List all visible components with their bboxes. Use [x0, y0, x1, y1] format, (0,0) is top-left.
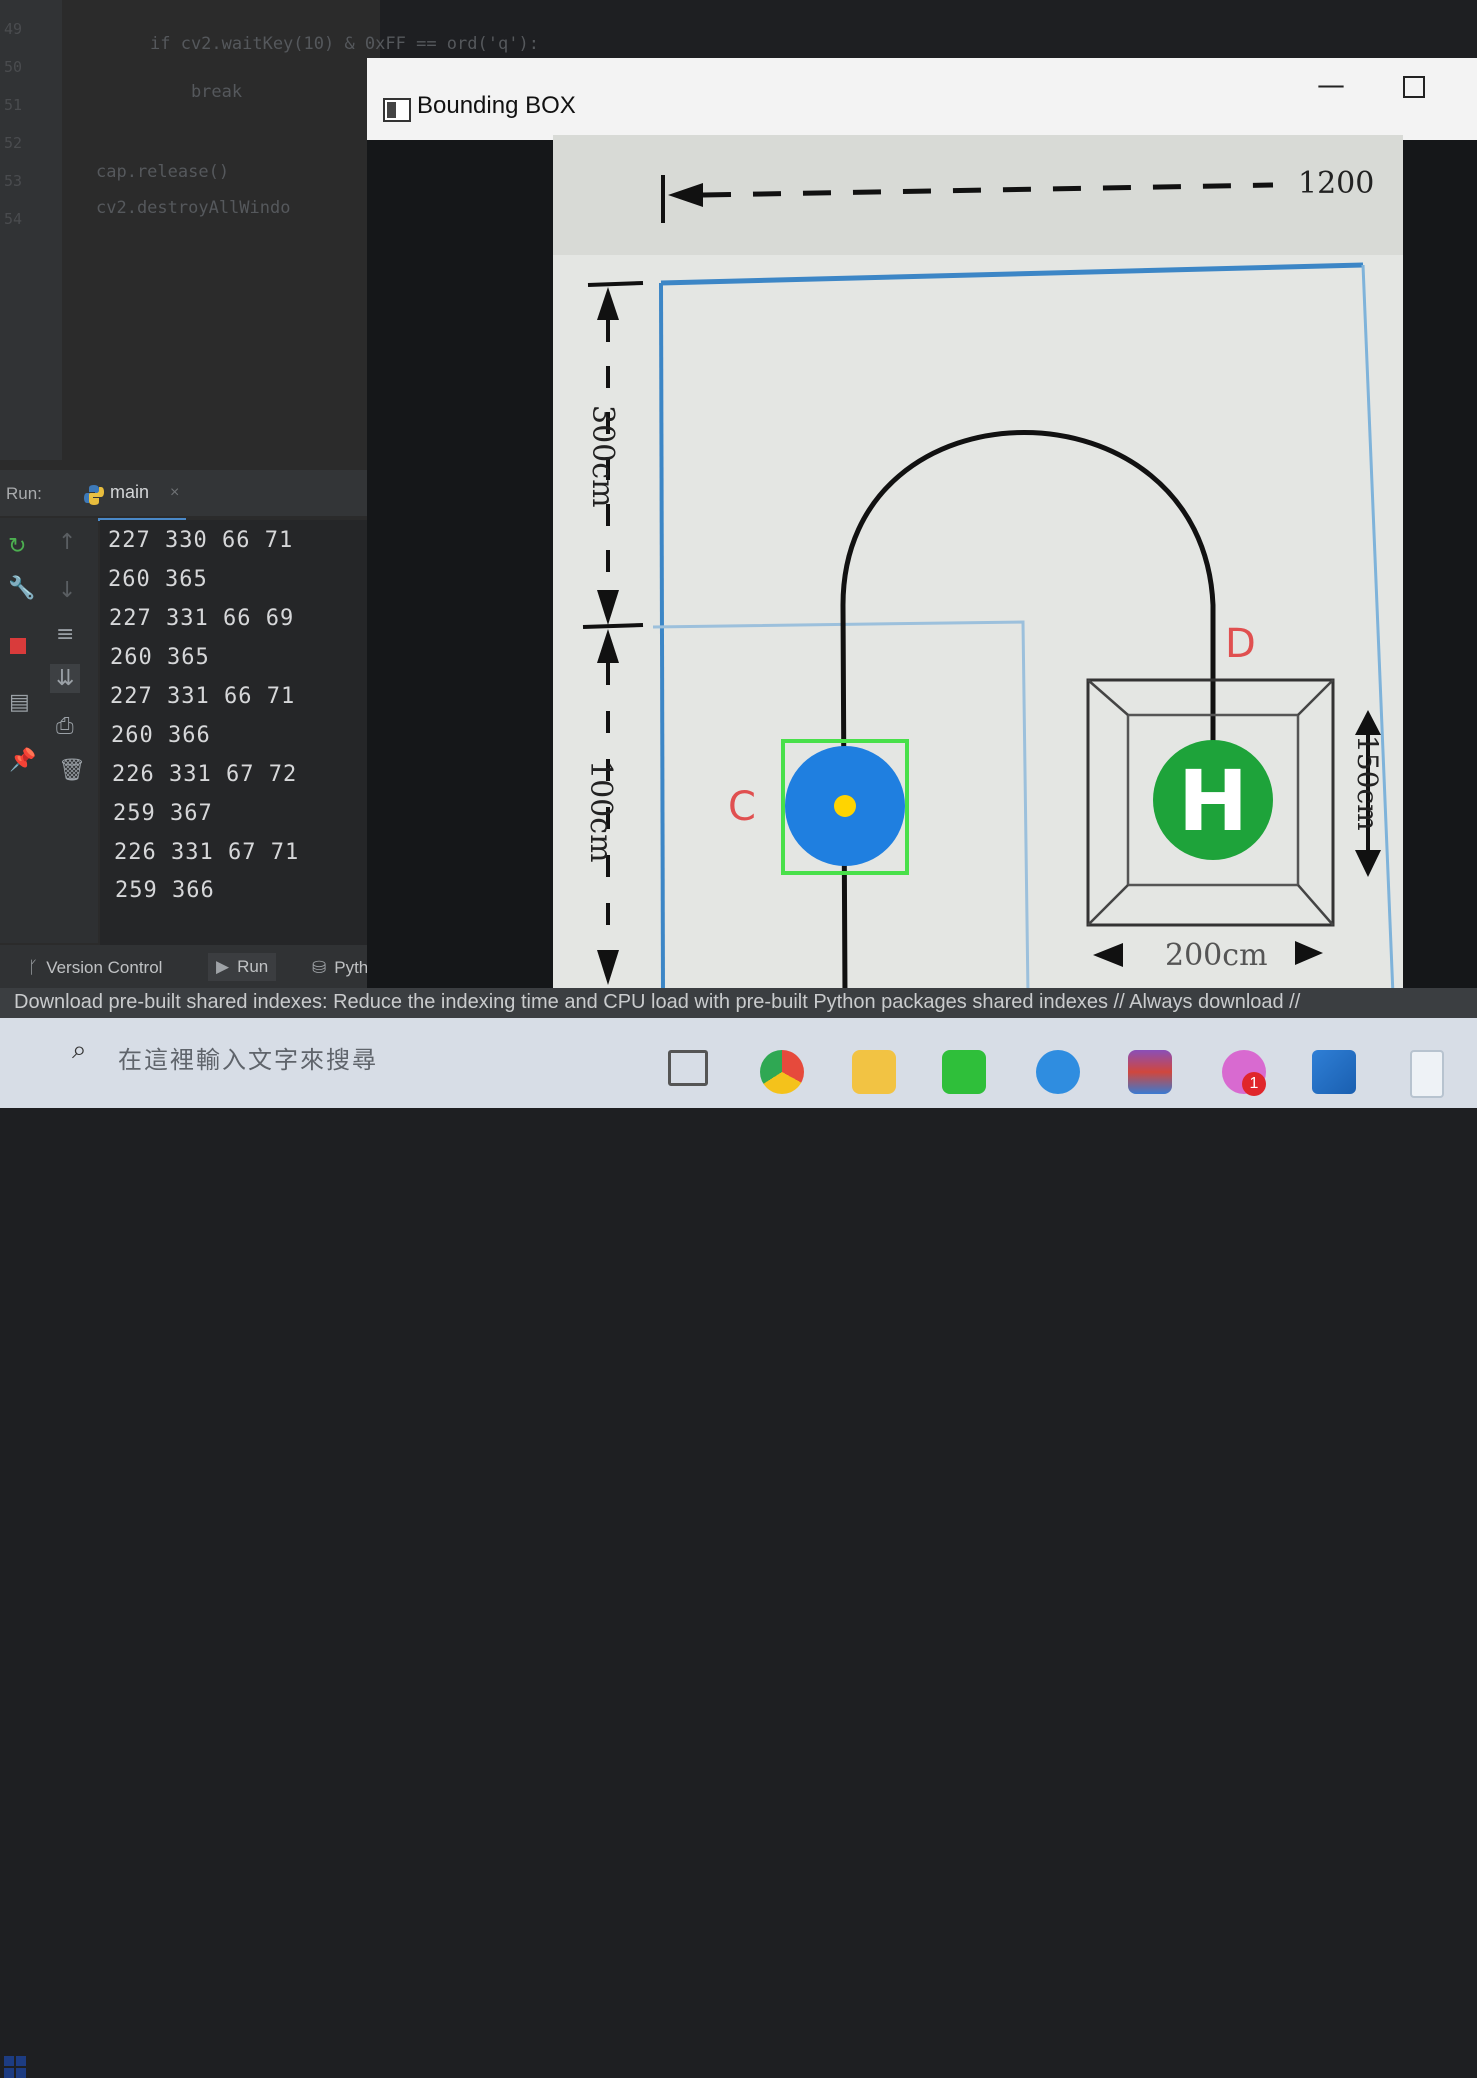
python-icon [84, 485, 104, 505]
search-icon[interactable]: ⌕ [72, 1035, 87, 1066]
run-toolbar-primary: ↻ 🔧 ▤ 📌 [0, 518, 44, 943]
label-c: C [728, 784, 756, 830]
layout-icon[interactable]: ▤ [9, 690, 30, 715]
line-number: 54 [4, 210, 23, 228]
wrench-icon[interactable]: 🔧 [8, 576, 35, 601]
ide-panel: 49 50 51 52 53 54 if cv2.waitKey(10) & 0… [0, 0, 539, 1010]
console-line: 260 365 [110, 645, 210, 670]
arrow-down-icon[interactable]: ↓ [58, 578, 76, 603]
notepad-icon[interactable] [1410, 1050, 1444, 1098]
line-app-icon[interactable] [942, 1050, 986, 1094]
arrow-up-icon[interactable]: ↑ [58, 530, 76, 555]
dim-tick [587, 281, 644, 287]
dim-tick [582, 623, 644, 629]
run-label: Run: [6, 484, 42, 503]
window-title: Bounding BOX [417, 92, 576, 119]
frame-background [553, 135, 1403, 995]
console-line: 227 330 66 71 [108, 528, 294, 553]
edge-icon[interactable] [1036, 1050, 1080, 1094]
play-icon: ▶ [216, 957, 230, 976]
left-dim-lower-label: 100cm [583, 760, 618, 863]
winrar-icon[interactable] [1128, 1050, 1172, 1094]
status-message[interactable]: Download pre-built shared indexes: Reduc… [14, 991, 1300, 1014]
print-icon[interactable]: ⎙ [56, 714, 74, 739]
code-line[interactable]: cv2.destroyAllWindo [96, 198, 290, 218]
chrome-icon[interactable] [760, 1050, 804, 1094]
line-number: 52 [4, 134, 23, 152]
label-d: D [1225, 621, 1256, 667]
line-number: 53 [4, 172, 23, 190]
stop-icon[interactable] [10, 638, 26, 654]
tab-python-console[interactable]: ⛁ Pyth [312, 958, 368, 978]
vscode-icon[interactable] [1312, 1050, 1356, 1094]
left-dim-upper-label: 300cm [585, 405, 620, 508]
file-explorer-icon[interactable] [852, 1050, 896, 1094]
line-number-gutter: 49 50 51 52 53 54 [0, 0, 62, 460]
line-number: 51 [4, 96, 23, 114]
close-icon[interactable]: × [170, 484, 179, 502]
window-app-icon [383, 98, 411, 122]
code-line[interactable]: break [150, 82, 242, 102]
branch-icon: ᚴ [28, 958, 39, 977]
line-number: 49 [4, 20, 23, 38]
pin-icon[interactable]: 📌 [9, 748, 36, 773]
run-tool-header [0, 470, 380, 516]
target-center-dot [834, 795, 856, 817]
bottom-dim-label: 200cm [1165, 938, 1268, 973]
console-line: 226 331 67 71 [114, 840, 300, 865]
windows-start-icon[interactable] [4, 2056, 26, 2078]
console-line: 259 366 [115, 878, 215, 903]
tab-run[interactable]: ▶ Run [208, 953, 277, 981]
console-line: 226 331 67 72 [112, 762, 298, 787]
notification-badge: 1 [1242, 1072, 1266, 1096]
console-line: 259 367 [113, 801, 213, 826]
code-line[interactable]: cap.release() [96, 162, 229, 182]
code-line[interactable]: if cv2.waitKey(10) & 0xFF == ord('q'): [150, 34, 539, 54]
helipad-h-letter: H [1178, 752, 1248, 850]
console-line: 260 365 [108, 567, 208, 592]
trash-icon[interactable]: 🗑 [58, 758, 86, 783]
top-dim-label: 1200 [1298, 166, 1374, 201]
console-line: 260 366 [111, 723, 211, 748]
stack-icon: ⛁ [312, 958, 327, 977]
window-title-bar[interactable]: Bounding BOX — [367, 58, 1477, 140]
console-line: 227 331 66 71 [110, 684, 296, 709]
maximize-button[interactable] [1403, 76, 1425, 98]
arena-left-edge [659, 282, 665, 995]
scroll-to-end-icon[interactable]: ⇊ [50, 664, 81, 693]
run-tab-label: main [110, 482, 150, 502]
rerun-icon[interactable]: ↻ [8, 534, 26, 559]
console-line: 227 331 66 69 [109, 606, 295, 631]
tab-version-control[interactable]: ᚴ Version Control [28, 958, 162, 978]
console-output[interactable]: 227 330 66 71 260 365 227 331 66 69 260 … [100, 520, 380, 945]
camera-frame: 1200 300cm 100cm C D H 150cm 200cm [553, 135, 1403, 995]
task-view-icon[interactable] [668, 1050, 708, 1086]
soft-wrap-icon[interactable]: ≡ [56, 622, 74, 647]
minimize-button[interactable]: — [1317, 68, 1345, 101]
taskbar-search-input[interactable]: 在這裡輸入文字來搜尋 [118, 1040, 378, 1075]
line-number: 50 [4, 58, 23, 76]
run-toolbar-secondary: ↑ ↓ ≡ ⇊ ⎙ 🗑 [44, 518, 98, 943]
right-dim-label: 150cm [1351, 735, 1384, 831]
